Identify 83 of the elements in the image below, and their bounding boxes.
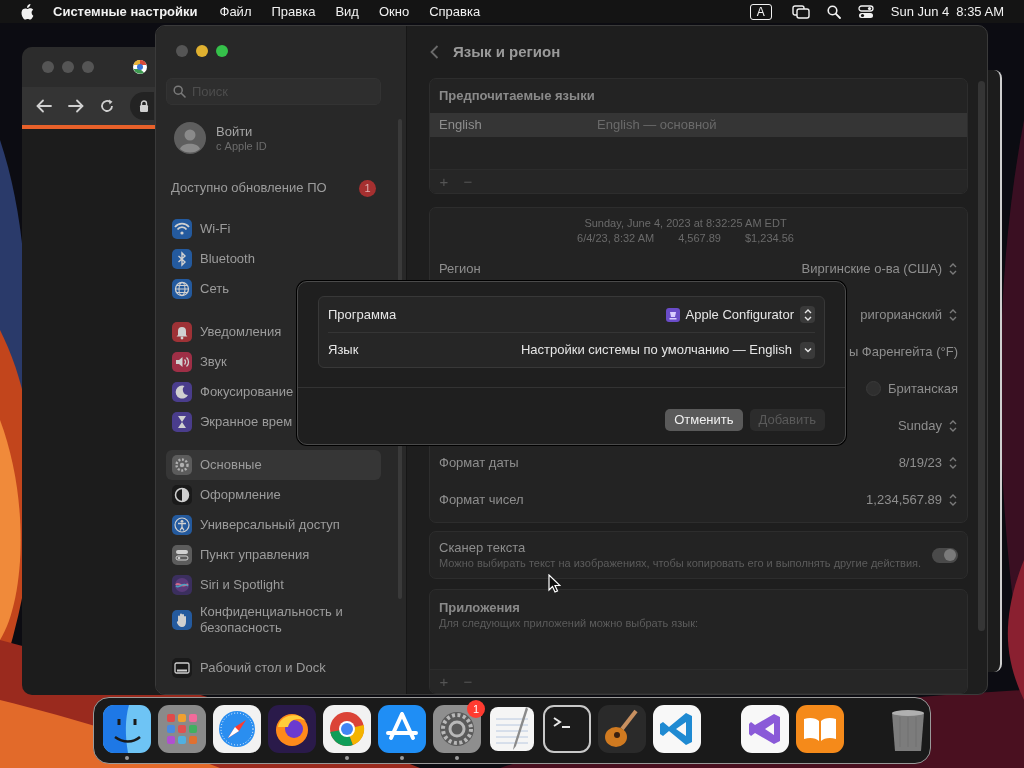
sidebar-item[interactable]: Рабочий стол и Dock	[166, 653, 381, 683]
notepad-icon[interactable]	[488, 705, 536, 753]
reload-icon[interactable]	[100, 99, 114, 113]
popup-button[interactable]: Sunday	[897, 415, 958, 436]
up-down-chevron-icon	[802, 307, 813, 322]
ring-icon[interactable]	[323, 705, 371, 753]
format-preview-text: $1,234.56	[744, 231, 794, 246]
notification-badge: 1	[359, 179, 376, 197]
popup-button[interactable]: ригорианский	[860, 304, 958, 325]
up-down-chevron-icon	[948, 492, 958, 507]
gear-icon[interactable]	[433, 705, 481, 753]
forward-icon[interactable]	[68, 99, 84, 113]
up-down-chevron-icon	[948, 261, 958, 276]
row-label: Формат даты	[439, 453, 519, 472]
sidebar-item[interactable]: Пункт управления	[166, 540, 381, 570]
zoom-button[interactable]	[216, 45, 228, 57]
address-bar[interactable]	[130, 92, 154, 120]
menu-item[interactable]: Справка	[429, 1, 481, 22]
minimize-button[interactable]	[196, 45, 208, 57]
ribbon-icon[interactable]	[653, 705, 701, 753]
popup-button[interactable]: 1,234,567.89	[866, 489, 958, 510]
format-preview-text: 6/4/23, 8:32 AM	[577, 231, 655, 246]
sidebar-item[interactable]: Wi-Fi	[166, 214, 381, 244]
page-title: Язык и регион	[453, 41, 561, 62]
apple-icon[interactable]	[20, 3, 34, 20]
up-down-chevron-icon	[948, 307, 958, 322]
field-label: Язык	[328, 341, 359, 360]
input-source-indicator[interactable]: A	[749, 3, 772, 20]
language-popup[interactable]: Настройки системы по умолчанию — English	[520, 340, 815, 360]
back-chevron-icon[interactable]	[430, 45, 439, 59]
avatar-icon[interactable]	[174, 122, 206, 154]
menu-item[interactable]: Правка	[271, 1, 316, 22]
toggle-switch[interactable]	[932, 547, 958, 563]
section-title: Приложения	[438, 599, 521, 616]
sidebar-item[interactable]: Конфиденциальность и безопасность	[166, 600, 381, 640]
section-title: Предпочитаемые языки	[438, 87, 596, 106]
app-menu[interactable]: Системные настройки	[53, 1, 198, 22]
infinity-icon[interactable]	[741, 705, 789, 753]
sidebar-item[interactable]: Оформление	[166, 480, 381, 510]
sidebar-item[interactable]: Siri и Spotlight	[166, 570, 381, 600]
row-label: Регион	[439, 259, 481, 278]
popup-button[interactable]: 8/19/23	[898, 452, 958, 473]
colored-circle-icon	[132, 59, 148, 75]
menu-item[interactable]: Файл	[219, 1, 252, 22]
pointer-cursor-icon	[548, 574, 561, 593]
menu-bar-clock[interactable]: 8:35 AM	[956, 1, 1004, 22]
cancel-button[interactable]: Отменить	[665, 409, 743, 431]
sidebar-item[interactable]: Bluetooth	[166, 244, 381, 274]
app-icon	[665, 307, 680, 322]
screen-mirroring-icon[interactable]	[791, 4, 810, 19]
account-title[interactable]: Войти	[216, 123, 267, 140]
field-label: Программа	[328, 305, 397, 324]
back-icon[interactable]	[36, 99, 52, 113]
value-text: ы Фаренгейта (°F)	[848, 342, 958, 361]
terminal-icon[interactable]	[543, 705, 591, 753]
account-subtitle: с Apple ID	[216, 139, 267, 153]
sidebar-item[interactable]: Основные	[166, 450, 381, 480]
sidebar-item[interactable]: Универсальный доступ	[166, 510, 381, 540]
popup-button[interactable]: Виргинские о-ва (США)	[801, 258, 958, 279]
up-down-chevron-icon	[948, 418, 958, 433]
menu-item[interactable]: Вид	[335, 1, 359, 22]
open-book-icon[interactable]	[796, 705, 844, 753]
guitar-icon[interactable]	[598, 705, 646, 753]
format-preview-text: Sunday, June 4, 2023 at 8:32:25 AM EDT	[584, 216, 787, 231]
chevron-down-icon	[802, 346, 813, 354]
scrollbar[interactable]	[978, 81, 985, 631]
up-down-chevron-icon	[948, 455, 958, 470]
row-label: Формат чисел	[439, 490, 524, 509]
update-link[interactable]: Доступно обновление ПО	[171, 178, 359, 198]
smiling-face-icon[interactable]	[103, 705, 151, 753]
format-preview-text: 4,567.89	[678, 231, 721, 246]
radio-label: Британская	[888, 379, 958, 398]
app-grid-icon[interactable]	[158, 705, 206, 753]
lock-icon	[139, 100, 149, 112]
compass-icon[interactable]	[213, 705, 261, 753]
search-icon	[173, 85, 186, 98]
menu-item[interactable]: Окно	[378, 1, 410, 22]
app-popup[interactable]: Apple Configurator	[665, 304, 815, 325]
search-icon[interactable]	[826, 4, 841, 19]
menu-bar-date[interactable]: Sun Jun 4	[890, 1, 950, 22]
setting-title: Сканер текста	[439, 540, 527, 556]
notification-badge: 1	[467, 700, 485, 718]
control-center-icon[interactable]	[857, 4, 874, 19]
